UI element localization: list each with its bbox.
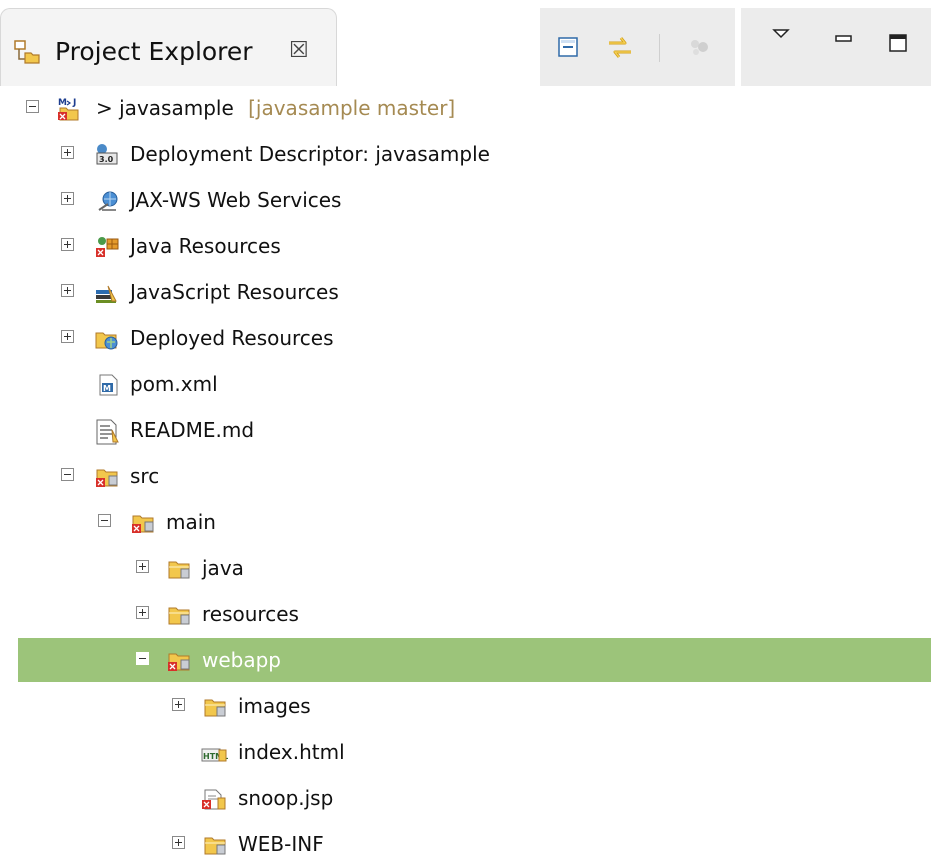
folder-icon [202, 832, 226, 856]
link-with-editor-icon[interactable] [606, 34, 632, 60]
view-title: Project Explorer [55, 37, 253, 66]
expand-toggle[interactable] [136, 560, 149, 573]
folder-error-icon [130, 510, 154, 534]
tree-item-project[interactable]: M J > javasample [javasample master] [0, 86, 931, 130]
svg-text:J: J [72, 98, 76, 108]
expand-toggle[interactable] [172, 698, 185, 711]
tree-item-label: webapp [202, 648, 282, 672]
expand-toggle[interactable] [61, 192, 74, 205]
tree-item-label: images [238, 694, 311, 718]
tree-item-label: JavaScript Resources [130, 280, 339, 304]
project-explorer-icon [13, 39, 41, 69]
minimize-icon[interactable] [833, 30, 859, 56]
collapse-toggle[interactable] [26, 100, 39, 113]
folder-error-icon [166, 648, 190, 672]
tree-item-index-html[interactable]: HTML index.html [0, 730, 931, 774]
expand-toggle[interactable] [61, 238, 74, 251]
html-file-icon: HTML [200, 740, 228, 764]
tree-item-src[interactable]: src [0, 454, 931, 498]
tree-item-java[interactable]: java [0, 546, 931, 590]
tree-item-label: snoop.jsp [238, 786, 334, 810]
jsp-file-icon [200, 786, 226, 810]
tree-item-label: Deployment Descriptor: javasample [130, 142, 490, 166]
expand-toggle[interactable] [61, 330, 74, 343]
tree-item-label: JAX-WS Web Services [130, 188, 342, 212]
tree-item-readme[interactable]: README.md [0, 408, 931, 452]
deployment-descriptor-icon: 3.0 [94, 142, 118, 166]
collapse-toggle[interactable] [61, 468, 74, 481]
svg-text:M: M [103, 384, 111, 393]
tree-item-snoop-jsp[interactable]: snoop.jsp [0, 776, 931, 820]
svg-text:M: M [58, 98, 67, 108]
tree-item-label: src [130, 464, 160, 488]
expand-toggle[interactable] [61, 146, 74, 159]
expand-toggle[interactable] [136, 606, 149, 619]
collapse-toggle[interactable] [136, 652, 149, 665]
project-tree: M J > javasample [javasample master] 3.0… [0, 86, 931, 861]
javascript-resources-icon [94, 280, 118, 304]
view-window-controls [741, 8, 931, 86]
tree-item-deployment-descriptor[interactable]: 3.0 Deployment Descriptor: javasample [0, 132, 931, 176]
folder-error-icon [94, 464, 118, 488]
tree-item-label: java [202, 556, 244, 580]
folder-icon [166, 602, 190, 626]
tree-item-deployed-resources[interactable]: Deployed Resources [0, 316, 931, 360]
folder-icon [202, 694, 226, 718]
tree-item-jax-ws[interactable]: JAX-WS Web Services [0, 178, 931, 222]
collapse-all-icon[interactable] [555, 34, 581, 60]
maven-pom-icon: M [96, 372, 120, 396]
close-view-icon[interactable]: ☒ [289, 38, 309, 63]
disabled-filter-icon [686, 34, 712, 60]
tree-item-images[interactable]: images [0, 684, 931, 728]
project-explorer-tab[interactable]: Project Explorer ☒ [0, 8, 337, 86]
project-name: javasample [119, 96, 234, 120]
tree-item-label: Deployed Resources [130, 326, 334, 350]
text-file-icon [94, 418, 119, 445]
tree-item-javascript-resources[interactable]: JavaScript Resources [0, 270, 931, 314]
tree-item-label: pom.xml [130, 372, 218, 396]
view-header: Project Explorer ☒ [0, 0, 931, 86]
expand-toggle[interactable] [61, 284, 74, 297]
svg-text:3.0: 3.0 [99, 155, 114, 164]
git-branch-decoration: [javasample master] [248, 96, 456, 120]
tree-item-label: README.md [130, 418, 255, 442]
tree-item-main[interactable]: main [0, 500, 931, 544]
tree-item-label: index.html [238, 740, 345, 764]
tree-item-label: WEB-INF [238, 832, 324, 856]
tree-item-pom[interactable]: M pom.xml [0, 362, 931, 406]
deployed-resources-icon [94, 326, 118, 350]
maximize-icon[interactable] [887, 32, 913, 58]
tree-item-label: resources [202, 602, 299, 626]
web-services-icon [96, 188, 120, 212]
collapse-toggle[interactable] [98, 514, 111, 527]
toolbar-separator [659, 34, 660, 62]
expand-toggle[interactable] [172, 836, 185, 849]
tree-item-java-resources[interactable]: Java Resources [0, 224, 931, 268]
tree-item-label: Java Resources [130, 234, 281, 258]
view-toolbar [540, 8, 735, 86]
tree-item-label: main [166, 510, 216, 534]
java-resources-icon [94, 234, 119, 258]
tree-item-web-inf[interactable]: WEB-INF [0, 822, 931, 866]
git-dirty-marker: > [96, 96, 120, 120]
tree-item-resources[interactable]: resources [0, 592, 931, 636]
folder-icon [166, 556, 190, 580]
tree-item-webapp[interactable]: webapp [18, 638, 931, 682]
maven-project-error-icon: M J [56, 96, 80, 121]
view-menu-icon[interactable] [771, 26, 797, 52]
